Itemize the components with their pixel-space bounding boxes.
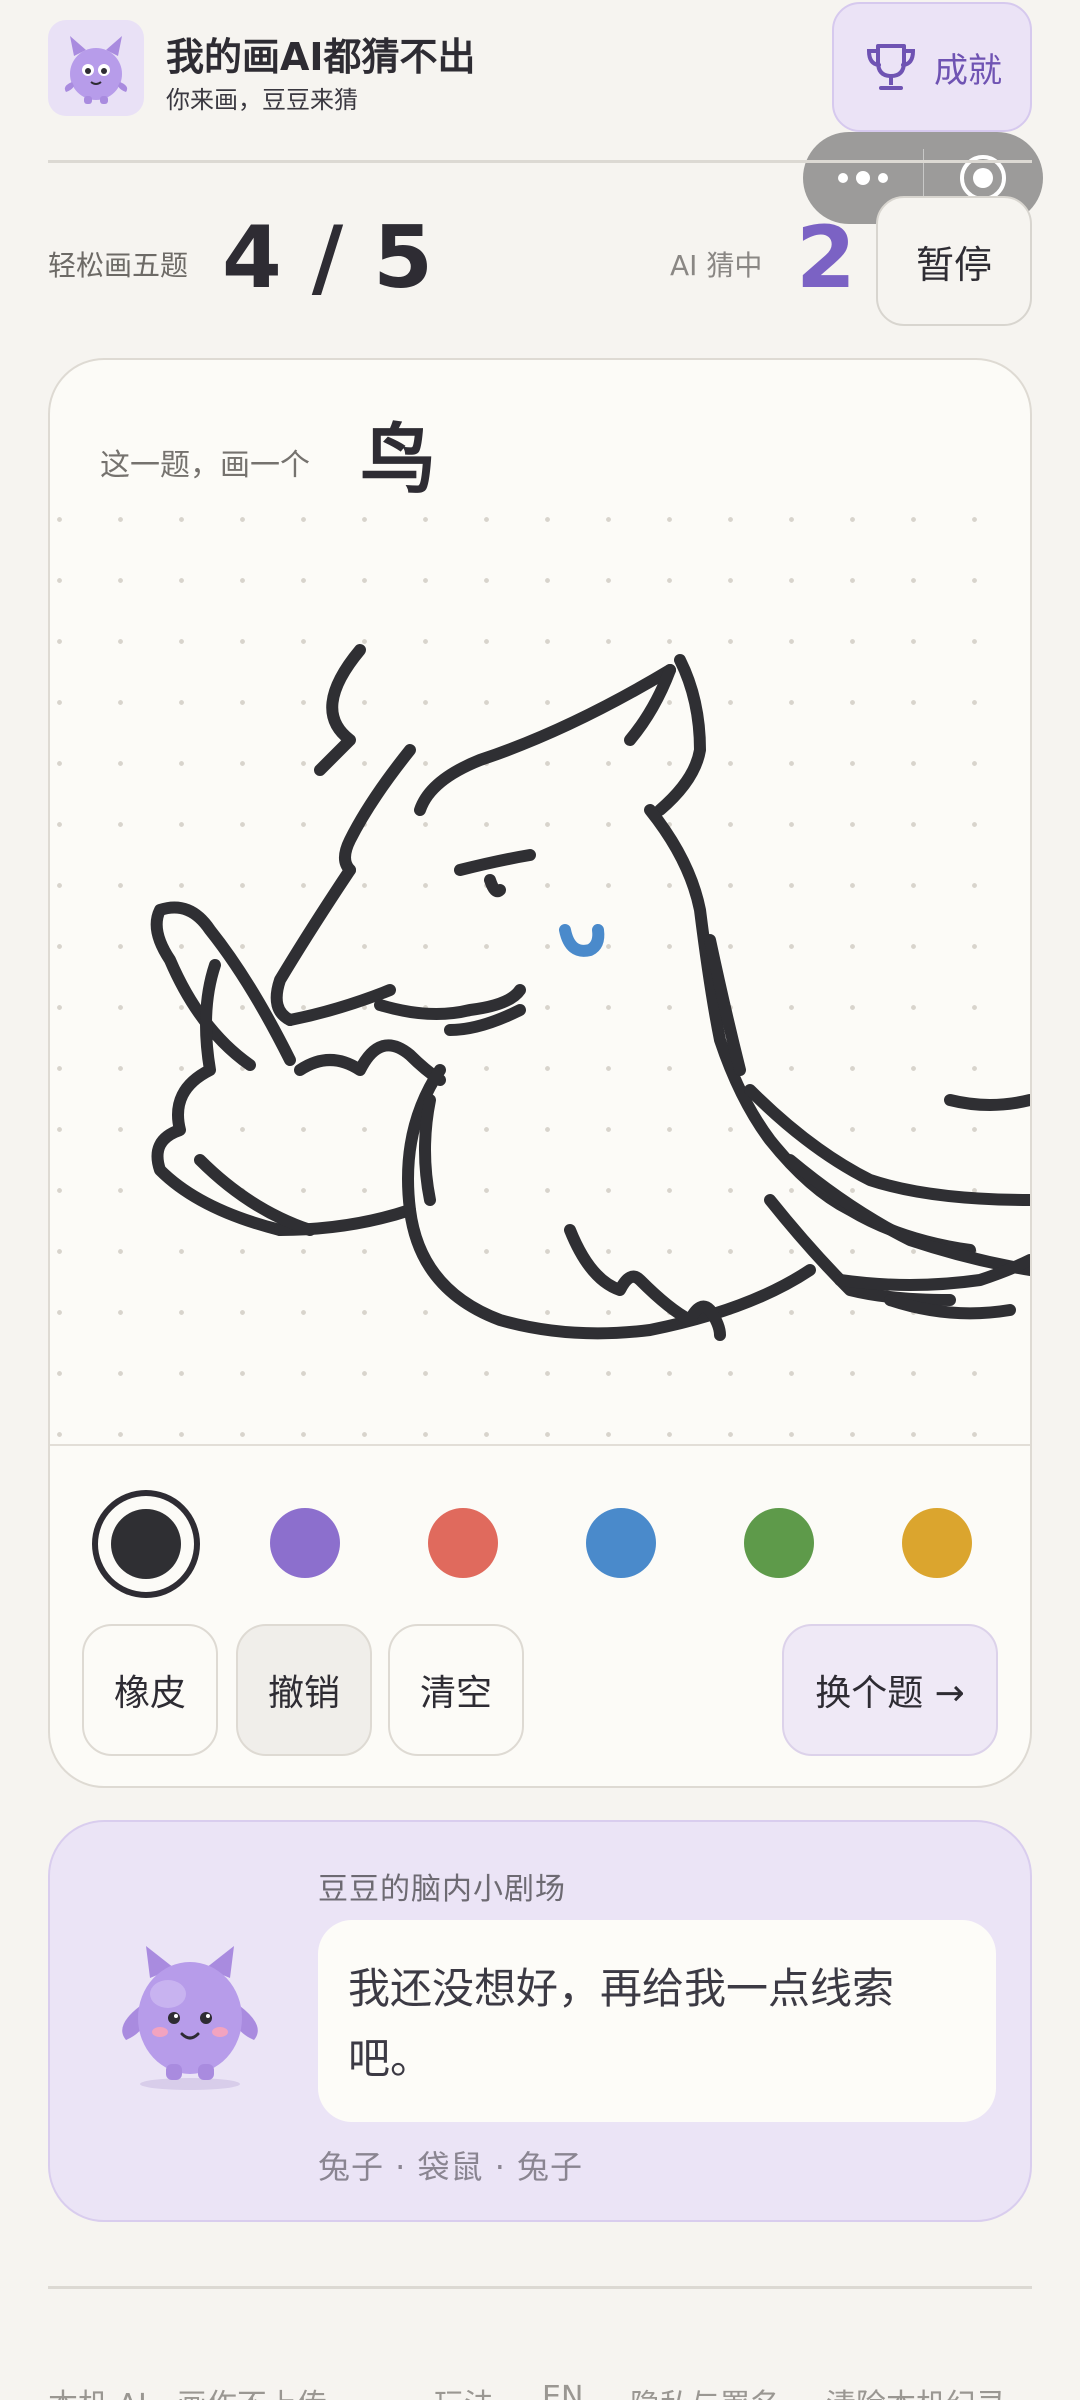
app-subtitle: 你来画，豆豆来猜 [166,86,358,114]
footer-link-language[interactable]: EN [542,2380,583,2400]
round-label: 轻松画五题 [48,249,189,282]
clear-button[interactable]: 清空 [388,1624,524,1756]
pause-button[interactable]: 暂停 [876,196,1032,326]
mascot-icon [122,1946,258,2090]
prompt-label: 这一题，画一个 [100,448,310,483]
undo-button[interactable]: 撤销 [236,1624,372,1756]
mascot-logo-icon [64,36,128,104]
achievements-button[interactable]: 成就 [832,2,1032,132]
color-swatch-blue[interactable] [586,1508,656,1578]
drawing-canvas[interactable] [50,510,1030,1446]
color-swatch-red[interactable] [428,1508,498,1578]
mascot-avatar [110,1934,270,2098]
footer-link-howto[interactable]: 玩法 [434,2380,494,2400]
footer-link-privacy[interactable]: 隐私与署名 [630,2380,780,2400]
header-divider [48,160,1032,163]
color-swatch-black-fill [111,1509,181,1579]
footer-local-ai-note: 本机 AI，画作不上传 [48,2380,327,2400]
app-logo [48,20,144,116]
trophy-icon [866,44,916,90]
drawing-card: 这一题，画一个 鸟 橡皮 撤销 清空 换个题 → [48,358,1032,1788]
app-title: 我的画AI都猜不出 [166,35,476,79]
color-swatch-purple[interactable] [270,1508,340,1578]
user-drawing [150,644,1030,1341]
toolbar-divider [50,1444,1030,1446]
footer-link-clear-records[interactable]: 清除本机纪录 [826,2380,1006,2400]
achievements-label: 成就 [934,50,1002,91]
guess-history: 兔子 · 袋鼠 · 兔子 [318,2148,584,2186]
footer-divider [48,2286,1032,2289]
color-swatch-yellow[interactable] [902,1508,972,1578]
prompt-word: 鸟 [360,415,436,504]
ai-message: 我还没想好，再给我一点线索吧。 [348,1964,895,2083]
round-progress: 4 / 5 [222,208,433,308]
ai-thoughts-card: 豆豆的脑内小剧场 我还没想好，再给我一点线索吧。 兔子 · 袋鼠 · 兔子 [48,1820,1032,2222]
color-swatch-green[interactable] [744,1508,814,1578]
thoughts-title: 豆豆的脑内小剧场 [318,1872,566,1907]
color-swatch-black[interactable] [92,1490,200,1598]
speech-bubble: 我还没想好，再给我一点线索吧。 [318,1920,996,2122]
ai-hit-count: 2 [796,208,856,308]
next-prompt-button[interactable]: 换个题 → [782,1624,998,1756]
ai-hit-label: AI 猜中 [670,249,763,282]
eraser-button[interactable]: 橡皮 [82,1624,218,1756]
more-dots-icon [837,171,888,185]
